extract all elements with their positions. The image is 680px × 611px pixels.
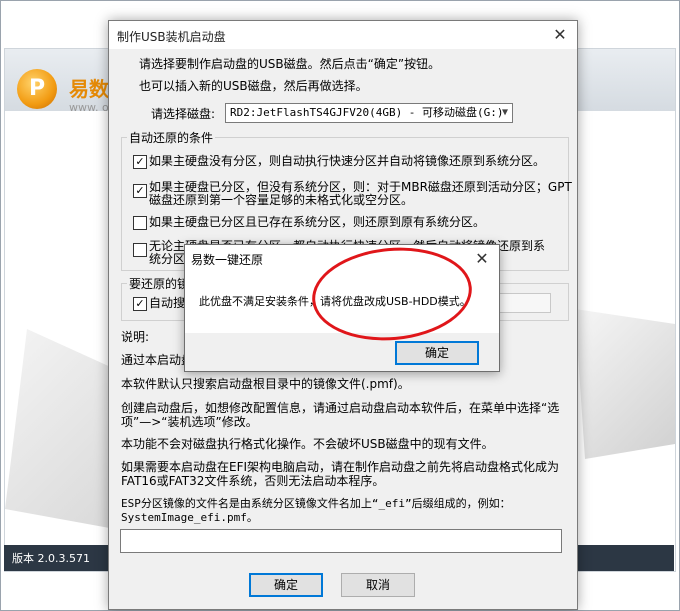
- note-5-line2: FAT16或FAT32文件系统，否则无法启动本程序。: [121, 474, 385, 488]
- auto-restore-group-label: 自动还原的条件: [127, 129, 216, 146]
- disk-label: 请选择磁盘:: [151, 107, 216, 121]
- option-4-checkbox[interactable]: [133, 243, 147, 257]
- alert-ok-button[interactable]: 确定: [395, 341, 479, 365]
- intro-text-2: 也可以插入新的USB磁盘，然后再做选择。: [139, 79, 368, 93]
- note-2: 本软件默认只搜索启动盘根目录中的镜像文件(.pmf)。: [121, 377, 410, 391]
- dialog-title: 制作USB装机启动盘: [117, 30, 226, 44]
- option-2-text-line1: 如果主硬盘已分区，但没有系统分区，则：对于MBR磁盘还原到活动分区；GPT: [149, 180, 572, 194]
- alert-title: 易数一键还原: [191, 253, 264, 267]
- alert-footer: 确定: [185, 333, 499, 371]
- option-1-text: 如果主硬盘没有分区，则自动执行快速分区并自动将镜像还原到系统分区。: [149, 154, 546, 168]
- note-4: 本功能不会对磁盘执行格式化操作。不会破坏USB磁盘中的现有文件。: [121, 437, 494, 451]
- background-illustration-right: [575, 309, 675, 459]
- background-illustration-left: [5, 329, 115, 529]
- option-2-text-line2: 磁盘还原到第一个容量足够的未格式化或空分区。: [149, 193, 414, 207]
- close-icon[interactable]: ✕: [547, 24, 573, 46]
- option-3-checkbox[interactable]: [133, 216, 147, 230]
- note-3-line2: 项”—>“装机选项”修改。: [121, 415, 258, 429]
- option-1-checkbox[interactable]: ✓: [133, 155, 147, 169]
- option-2-checkbox[interactable]: ✓: [133, 184, 147, 198]
- app-logo: P: [17, 69, 57, 109]
- app-name: 易数: [69, 77, 109, 101]
- restore-image-group-label: 要还原的镜: [127, 275, 192, 292]
- auto-search-text: 自动搜: [149, 296, 186, 310]
- progress-textbox[interactable]: [120, 529, 562, 553]
- alert-close-icon[interactable]: ✕: [469, 248, 495, 270]
- note-6-line2: SystemImage_efi.pmf。: [121, 511, 258, 524]
- notes-title: 说明:: [121, 330, 150, 344]
- disk-select[interactable]: RD2:JetFlashTS4GJFV20(4GB) - 可移动磁盘(G:) ▼: [225, 103, 513, 123]
- version-label: 版本 2.0.3.571: [12, 552, 90, 565]
- note-1: 通过本启动盘: [121, 353, 194, 367]
- disk-select-value: RD2:JetFlashTS4GJFV20(4GB) - 可移动磁盘(G:): [230, 106, 504, 119]
- dialog-titlebar: 制作USB装机启动盘 ✕: [109, 21, 577, 49]
- cancel-button[interactable]: 取消: [341, 573, 415, 597]
- app-subtitle: www. o: [69, 101, 109, 114]
- intro-text-1: 请选择要制作启动盘的USB磁盘。然后点击“确定”按钮。: [139, 57, 441, 71]
- auto-search-checkbox[interactable]: ✓: [133, 297, 147, 311]
- chevron-down-icon: ▼: [501, 107, 508, 118]
- option-3-text: 如果主硬盘已分区且已存在系统分区，则还原到原有系统分区。: [149, 215, 486, 229]
- ok-button[interactable]: 确定: [249, 573, 323, 597]
